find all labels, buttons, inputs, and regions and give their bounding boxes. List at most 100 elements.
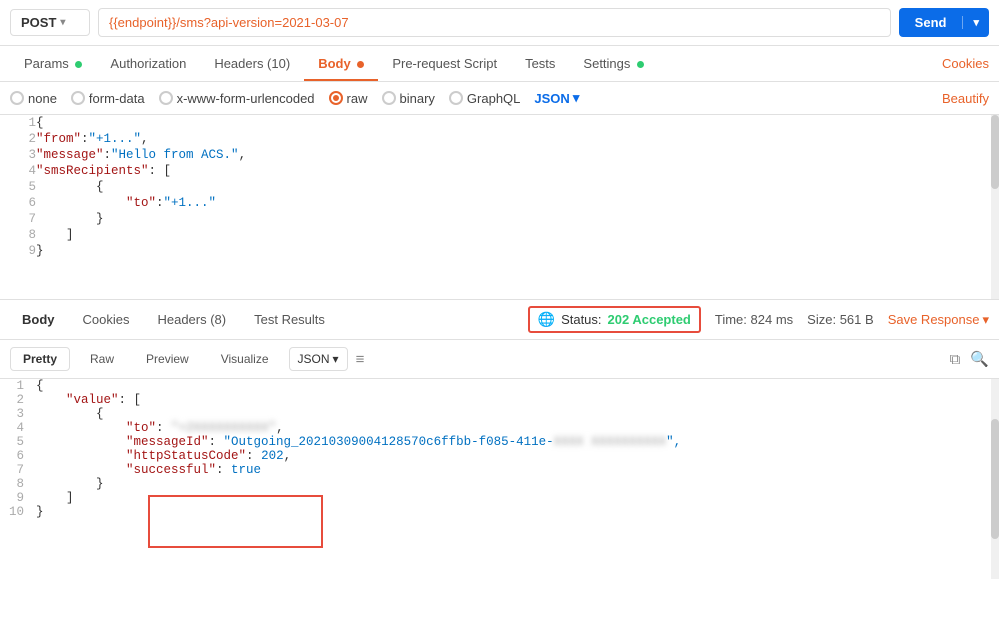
line-number: 6 bbox=[0, 195, 36, 211]
line-number: 3 bbox=[0, 147, 36, 163]
cookies-link[interactable]: Cookies bbox=[942, 56, 989, 71]
radio-circle-binary bbox=[382, 91, 396, 105]
resp-tab-cookies[interactable]: Cookies bbox=[71, 307, 142, 332]
line-content: { bbox=[36, 379, 999, 393]
radio-form-data[interactable]: form-data bbox=[71, 91, 145, 106]
resp-tab-body[interactable]: Body bbox=[10, 307, 67, 332]
line-number: 8 bbox=[0, 477, 36, 491]
radio-circle-none bbox=[10, 91, 24, 105]
method-chevron: ▾ bbox=[60, 17, 65, 28]
line-number: 9 bbox=[0, 243, 36, 259]
line-content: } bbox=[36, 211, 999, 227]
radio-raw[interactable]: raw bbox=[329, 91, 368, 106]
size-display: Size: 561 B bbox=[807, 312, 874, 327]
line-number: 2 bbox=[0, 393, 36, 407]
line-number: 3 bbox=[0, 407, 36, 421]
line-content: "to":"+1..." bbox=[36, 195, 999, 211]
line-content: "to": "+2XXXXXXXXXX", bbox=[36, 421, 999, 435]
line-number: 9 bbox=[0, 491, 36, 505]
line-number: 7 bbox=[0, 463, 36, 477]
line-content: { bbox=[36, 179, 999, 195]
line-number: 4 bbox=[0, 421, 36, 435]
line-content: "value": [ bbox=[36, 393, 999, 407]
line-number: 1 bbox=[0, 379, 36, 393]
response-code-editor[interactable]: 1{2 "value": [3 {4 "to": "+2XXXXXXXXXX",… bbox=[0, 379, 999, 579]
format-pretty-button[interactable]: Pretty bbox=[10, 347, 70, 371]
status-value: 202 Accepted bbox=[608, 312, 691, 327]
radio-circle-urlencoded bbox=[159, 91, 173, 105]
format-raw-button[interactable]: Raw bbox=[78, 348, 126, 370]
radio-circle-graphql bbox=[449, 91, 463, 105]
send-button[interactable]: Send ▾ bbox=[899, 8, 989, 37]
line-number: 6 bbox=[0, 449, 36, 463]
format-visualize-button[interactable]: Visualize bbox=[209, 348, 281, 370]
send-label: Send bbox=[899, 15, 963, 30]
copy-button[interactable]: ⧉ bbox=[950, 351, 961, 368]
tab-authorization[interactable]: Authorization bbox=[96, 46, 200, 81]
line-number: 1 bbox=[0, 115, 36, 131]
method-select[interactable]: POST ▾ bbox=[10, 9, 90, 36]
params-dot bbox=[75, 61, 82, 68]
line-content: "messageId": "Outgoing_20210309004128570… bbox=[36, 435, 999, 449]
line-number: 4 bbox=[0, 163, 36, 179]
line-content: } bbox=[36, 477, 999, 491]
line-content: "smsRecipients": [ bbox=[36, 163, 999, 179]
body-type-bar: none form-data x-www-form-urlencoded raw… bbox=[0, 82, 999, 115]
beautify-button[interactable]: Beautify bbox=[942, 91, 989, 106]
radio-urlencoded[interactable]: x-www-form-urlencoded bbox=[159, 91, 315, 106]
line-content: ] bbox=[36, 227, 999, 243]
line-content: "successful": true bbox=[36, 463, 999, 477]
response-scrollbar[interactable] bbox=[991, 379, 999, 579]
status-label: Status: bbox=[561, 312, 601, 327]
url-input[interactable] bbox=[98, 8, 891, 37]
line-number: 5 bbox=[0, 179, 36, 195]
request-code-editor[interactable]: 1{2"from":"+1...",3"message":"Hello from… bbox=[0, 115, 999, 300]
line-number: 7 bbox=[0, 211, 36, 227]
response-actions: ⧉ 🔍 bbox=[950, 350, 989, 368]
line-number: 2 bbox=[0, 131, 36, 147]
url-bar: POST ▾ Send ▾ bbox=[0, 0, 999, 46]
format-preview-button[interactable]: Preview bbox=[134, 348, 201, 370]
radio-graphql[interactable]: GraphQL bbox=[449, 91, 520, 106]
send-dropdown-arrow[interactable]: ▾ bbox=[962, 16, 989, 29]
time-display: Time: 824 ms bbox=[715, 312, 793, 327]
request-tab-bar: Params Authorization Headers (10) Body P… bbox=[0, 46, 999, 82]
response-scrollbar-thumb bbox=[991, 419, 999, 539]
tab-pre-request[interactable]: Pre-request Script bbox=[378, 46, 511, 81]
response-json-select[interactable]: JSON ▾ bbox=[289, 347, 348, 371]
resp-tab-headers[interactable]: Headers (8) bbox=[145, 307, 238, 332]
line-content: } bbox=[36, 243, 999, 259]
status-badge: 🌐 Status: 202 Accepted bbox=[528, 306, 701, 333]
line-content: { bbox=[36, 115, 999, 131]
line-content: "httpStatusCode": 202, bbox=[36, 449, 999, 463]
radio-circle-raw bbox=[329, 91, 343, 105]
filter-button[interactable]: ≡ bbox=[356, 351, 365, 368]
request-scrollbar-thumb bbox=[991, 115, 999, 189]
line-number: 10 bbox=[0, 505, 36, 519]
line-number: 8 bbox=[0, 227, 36, 243]
line-content: "message":"Hello from ACS.", bbox=[36, 147, 999, 163]
globe-icon: 🌐 bbox=[538, 311, 555, 328]
save-response-button[interactable]: Save Response ▾ bbox=[888, 312, 989, 328]
json-format-select[interactable]: JSON ▾ bbox=[534, 90, 579, 106]
request-scrollbar[interactable] bbox=[991, 115, 999, 299]
response-tab-bar: Body Cookies Headers (8) Test Results 🌐 … bbox=[0, 300, 999, 340]
line-number: 5 bbox=[0, 435, 36, 449]
radio-circle-form-data bbox=[71, 91, 85, 105]
line-content: ] bbox=[36, 491, 999, 505]
body-dot bbox=[357, 61, 364, 68]
tab-body[interactable]: Body bbox=[304, 46, 378, 81]
response-format-bar: Pretty Raw Preview Visualize JSON ▾ ≡ ⧉ … bbox=[0, 340, 999, 379]
tab-params[interactable]: Params bbox=[10, 46, 96, 81]
tab-tests[interactable]: Tests bbox=[511, 46, 569, 81]
tab-settings[interactable]: Settings bbox=[569, 46, 658, 81]
line-content: } bbox=[36, 505, 999, 519]
line-content: "from":"+1...", bbox=[36, 131, 999, 147]
search-button[interactable]: 🔍 bbox=[970, 350, 989, 368]
radio-none[interactable]: none bbox=[10, 91, 57, 106]
tab-headers[interactable]: Headers (10) bbox=[200, 46, 304, 81]
resp-tab-test-results[interactable]: Test Results bbox=[242, 307, 337, 332]
radio-binary[interactable]: binary bbox=[382, 91, 435, 106]
settings-dot bbox=[637, 61, 644, 68]
method-label: POST bbox=[21, 15, 56, 30]
